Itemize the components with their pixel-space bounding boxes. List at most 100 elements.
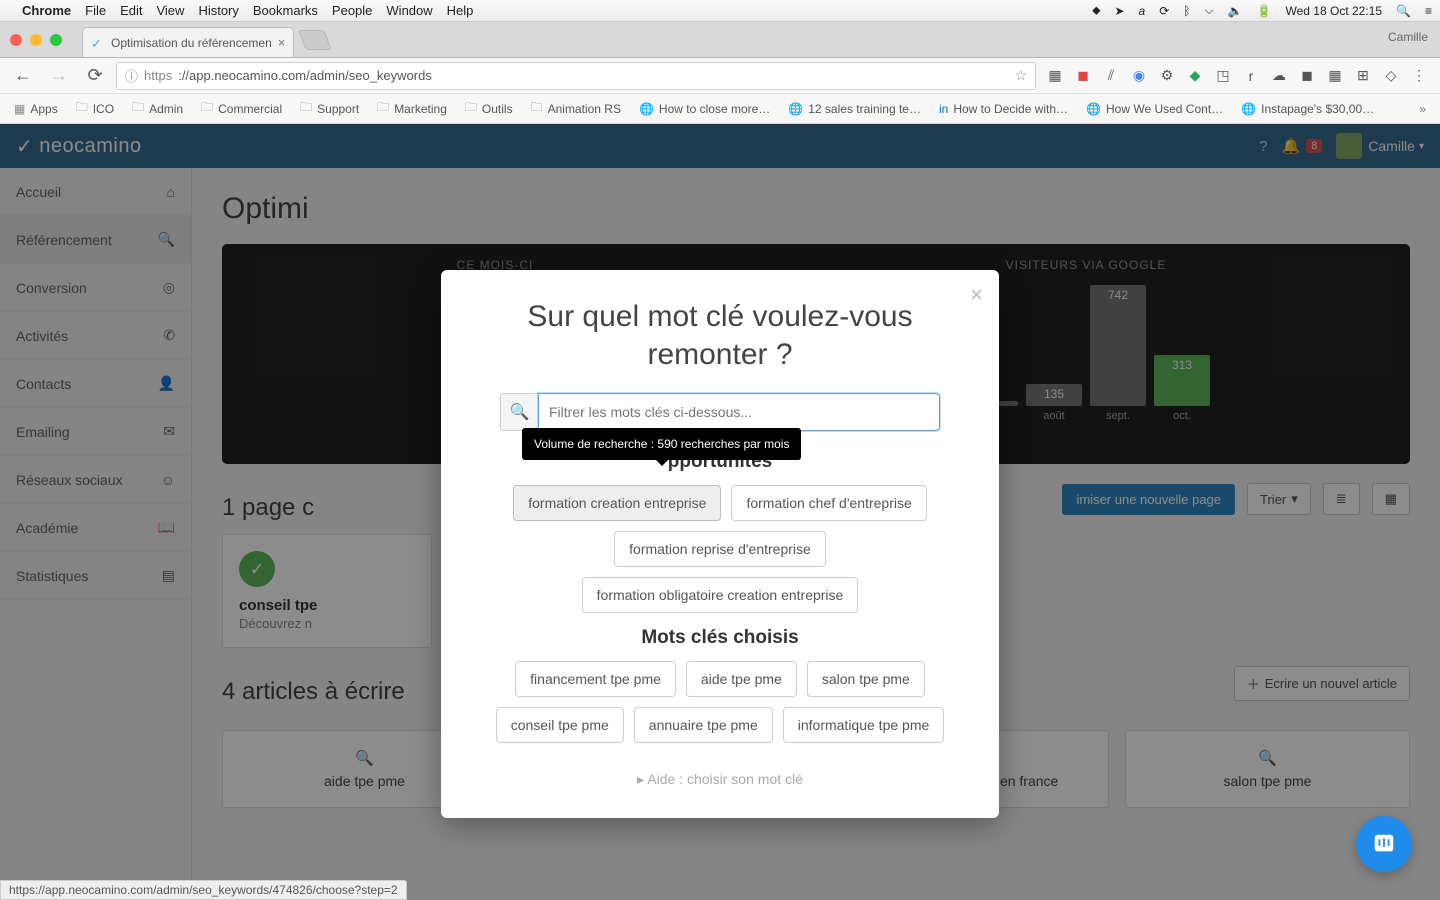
menu-people[interactable]: People xyxy=(332,3,372,18)
folder-icon: 🗀 xyxy=(300,98,312,119)
keyword-chip[interactable]: formation reprise d'entreprise xyxy=(614,531,826,567)
close-tab-icon[interactable]: × xyxy=(278,35,286,50)
folder-icon: 🗀 xyxy=(531,98,543,119)
address-bar[interactable]: ⓘ https ://app.neocamino.com/admin/seo_ke… xyxy=(116,62,1036,90)
favicon-icon: ✓ xyxy=(91,36,105,50)
menulet-sketch-icon[interactable]: a xyxy=(1139,4,1146,18)
site-info-icon[interactable]: ⓘ xyxy=(125,66,138,85)
intercom-launcher[interactable] xyxy=(1356,816,1412,872)
extension-icon[interactable]: ▦ xyxy=(1046,67,1064,85)
menu-bookmarks[interactable]: Bookmarks xyxy=(253,3,318,18)
bookmark-folder[interactable]: 🗀Marketing xyxy=(371,96,453,121)
apps-grid-icon: ▦ xyxy=(14,102,25,116)
intercom-icon xyxy=(1371,831,1397,857)
keyword-chip[interactable]: aide tpe pme xyxy=(686,661,797,697)
menu-edit[interactable]: Edit xyxy=(120,3,142,18)
volume-icon[interactable]: 🔈 xyxy=(1228,4,1243,18)
bookmark-link[interactable]: 🌐How to close more… xyxy=(633,100,776,118)
status-bar: https://app.neocamino.com/admin/seo_keyw… xyxy=(0,880,407,900)
bluetooth-icon[interactable]: ᛒ xyxy=(1183,4,1190,18)
zoom-window-button[interactable] xyxy=(50,34,62,46)
bookmark-folder[interactable]: 🗀Admin xyxy=(126,96,189,121)
search-icon: 🔍 xyxy=(500,393,538,431)
app-menu-chrome[interactable]: Chrome xyxy=(22,3,71,18)
new-tab-button[interactable] xyxy=(299,30,332,50)
url-protocol: https xyxy=(144,68,172,83)
wifi-icon[interactable]: ⌵ xyxy=(1205,3,1214,18)
globe-icon: 🌐 xyxy=(1086,102,1101,116)
extension-icon[interactable]: ⫽ xyxy=(1102,67,1120,85)
folder-icon: 🗀 xyxy=(377,98,389,119)
chrome-menu-icon[interactable]: ⋮ xyxy=(1410,67,1428,85)
url-path: ://app.neocamino.com/admin/seo_keywords xyxy=(178,68,432,83)
globe-icon: 🌐 xyxy=(1241,102,1256,116)
minimize-window-button[interactable] xyxy=(30,34,42,46)
chrome-toolbar: ← → ⟳ ⓘ https ://app.neocamino.com/admin/… xyxy=(0,58,1440,94)
extension-icon[interactable]: ⚙ xyxy=(1158,67,1176,85)
back-button[interactable]: ← xyxy=(8,61,38,91)
volume-tooltip: Volume de recherche : 590 recherches par… xyxy=(522,428,801,460)
keyword-chip[interactable]: formation chef d'entreprise xyxy=(731,485,926,521)
control-center-icon[interactable]: ≡ xyxy=(1425,4,1432,18)
bookmark-folder[interactable]: 🗀ICO xyxy=(70,96,120,121)
extension-icon[interactable]: ☁ xyxy=(1270,67,1288,85)
bookmark-link[interactable]: 🌐12 sales training te… xyxy=(782,100,927,118)
globe-icon: 🌐 xyxy=(788,102,803,116)
forward-button: → xyxy=(44,61,74,91)
extension-icon[interactable]: ⊞ xyxy=(1354,67,1372,85)
extension-icon[interactable]: ◉ xyxy=(1130,67,1148,85)
keyword-modal: × Sur quel mot clé voulez-vous remonter … xyxy=(441,270,999,818)
extension-icon[interactable]: ▦ xyxy=(1326,67,1344,85)
mac-menu-bar: Chrome File Edit View History Bookmarks … xyxy=(0,0,1440,22)
folder-icon: 🗀 xyxy=(201,98,213,119)
profile-name[interactable]: Camille xyxy=(1388,30,1428,44)
play-icon: ▸ xyxy=(637,771,644,787)
bookmark-folder[interactable]: 🗀Commercial xyxy=(195,96,288,121)
extension-icon[interactable]: ◇ xyxy=(1382,67,1400,85)
bookmarks-overflow[interactable]: » xyxy=(1413,102,1432,116)
modal-title: Sur quel mot clé voulez-vous remonter ? xyxy=(471,298,969,373)
help-link[interactable]: ▸ Aide : choisir son mot clé xyxy=(471,771,969,788)
bookmark-folder[interactable]: 🗀Animation RS xyxy=(525,96,627,121)
close-icon[interactable]: × xyxy=(970,282,983,308)
bookmark-link[interactable]: inHow to Decide with… xyxy=(933,100,1074,118)
close-window-button[interactable] xyxy=(10,34,22,46)
keyword-chip[interactable]: conseil tpe pme xyxy=(496,707,624,743)
keyword-chip[interactable]: formation creation entreprise xyxy=(513,485,721,521)
browser-tab[interactable]: ✓ Optimisation du référencemen × xyxy=(82,27,294,57)
extension-icon[interactable]: ◼ xyxy=(1074,67,1092,85)
battery-icon[interactable]: 🔋 xyxy=(1257,4,1272,18)
bookmark-folder[interactable]: 🗀Support xyxy=(294,96,365,121)
menu-history[interactable]: History xyxy=(198,3,238,18)
bookmark-star-icon[interactable]: ☆ xyxy=(1014,67,1027,84)
keyword-chip[interactable]: financement tpe pme xyxy=(515,661,676,697)
extension-icon[interactable]: ◳ xyxy=(1214,67,1232,85)
menu-view[interactable]: View xyxy=(156,3,184,18)
keyword-filter-input[interactable] xyxy=(538,393,940,431)
keyword-chip[interactable]: formation obligatoire creation entrepris… xyxy=(582,577,859,613)
bookmark-link[interactable]: 🌐Instapage's $30,00… xyxy=(1235,100,1380,118)
extension-icon[interactable]: ◼ xyxy=(1298,67,1316,85)
sync-icon[interactable]: ⟳ xyxy=(1159,4,1169,18)
tab-title: Optimisation du référencemen xyxy=(111,36,272,50)
clock[interactable]: Wed 18 Oct 22:15 xyxy=(1286,4,1383,18)
bookmark-apps[interactable]: ▦Apps xyxy=(8,100,64,118)
menulet-icon[interactable]: ➤ xyxy=(1114,4,1124,18)
bookmark-folder[interactable]: 🗀Outils xyxy=(459,96,519,121)
linkedin-icon: in xyxy=(939,102,948,116)
dropbox-icon[interactable]: ⬥ xyxy=(1092,3,1100,18)
extension-icon[interactable]: ◆ xyxy=(1186,67,1204,85)
keyword-chip[interactable]: salon tpe pme xyxy=(807,661,925,697)
chosen-heading: Mots clés choisis xyxy=(471,627,969,649)
keyword-chip[interactable]: annuaire tpe pme xyxy=(634,707,773,743)
bookmark-link[interactable]: 🌐How We Used Cont… xyxy=(1080,100,1229,118)
bookmarks-bar: ▦Apps 🗀ICO 🗀Admin 🗀Commercial 🗀Support 🗀… xyxy=(0,94,1440,124)
spotlight-icon[interactable]: 🔍 xyxy=(1396,4,1411,18)
menu-window[interactable]: Window xyxy=(386,3,432,18)
menu-file[interactable]: File xyxy=(85,3,106,18)
reload-button[interactable]: ⟳ xyxy=(80,61,110,91)
extension-icon[interactable]: r xyxy=(1242,67,1260,85)
keyword-chip[interactable]: informatique tpe pme xyxy=(783,707,945,743)
chrome-tab-strip: ✓ Optimisation du référencemen × Camille xyxy=(0,22,1440,58)
menu-help[interactable]: Help xyxy=(447,3,474,18)
